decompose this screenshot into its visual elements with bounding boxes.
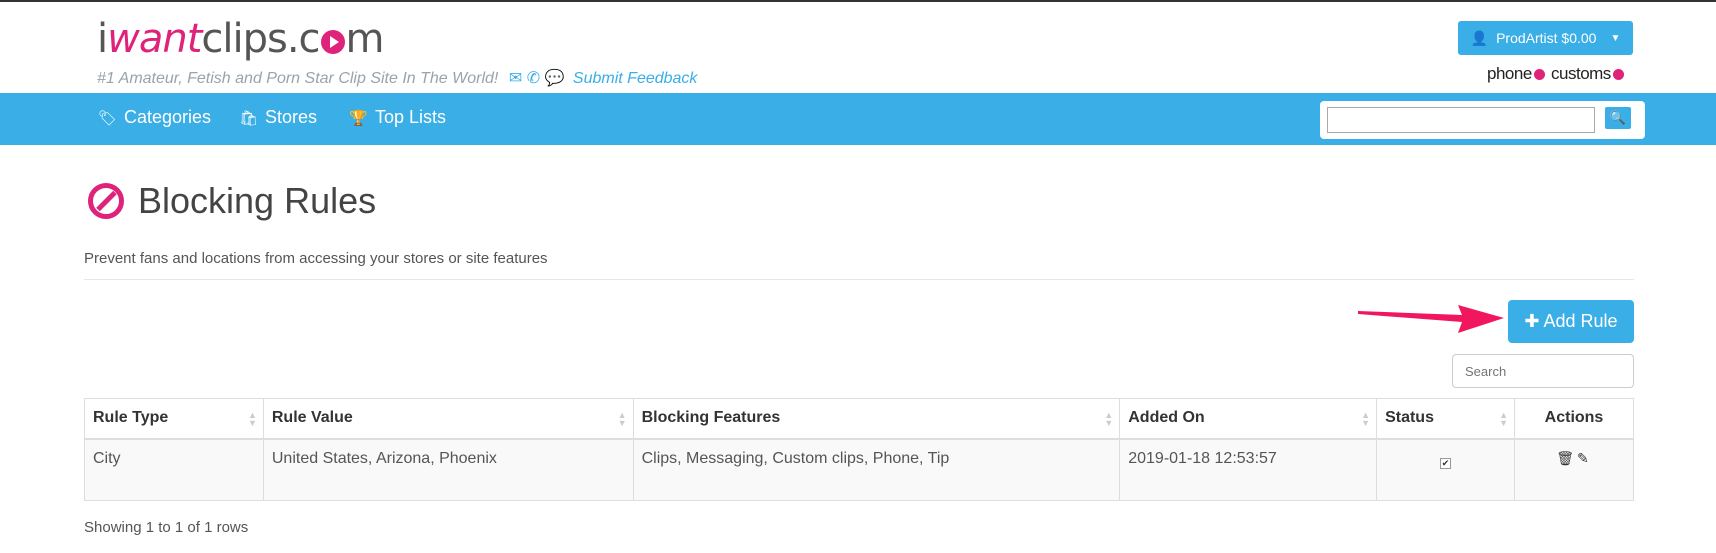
col-added-on[interactable]: Added On ▲ ▼ — [1119, 398, 1378, 440]
site-header: iwantclips.c m #1 Amateur, Fetish and Por… — [0, 2, 1716, 102]
logo-text-4: m — [345, 16, 385, 62]
col-rule-value-label: Rule Value — [271, 409, 353, 427]
sort-icon: ▲ ▼ — [1104, 410, 1114, 428]
divider — [84, 279, 1634, 280]
tagline-text: #1 Amateur, Fetish and Porn Star Clip Si… — [97, 70, 499, 87]
col-blocking-features[interactable]: Blocking Features ▲ ▼ — [632, 398, 1121, 440]
sort-icon: ▲ ▼ — [617, 410, 627, 428]
edit-icon[interactable]: ✎ — [1577, 450, 1592, 466]
cell-rule-type: City — [84, 438, 264, 501]
site-logo[interactable]: iwantclips.c m — [97, 16, 385, 62]
user-icon: 👤 — [1470, 29, 1489, 46]
col-blocking-features-label: Blocking Features — [641, 409, 781, 427]
status-checkbox[interactable]: ✔ — [1440, 457, 1452, 469]
site-search: 🔍 — [1320, 101, 1645, 139]
pointer-arrow-icon — [1358, 305, 1504, 333]
phone-customs-links: phone customs — [1487, 64, 1626, 84]
sort-icon: ▲ ▼ — [1499, 410, 1508, 428]
table-row: City United States, Arizona, Phoenix Cli… — [84, 438, 1635, 501]
account-dropdown-button[interactable]: 👤 ProdArtist $0.00 ▼ — [1458, 21, 1633, 55]
search-button[interactable]: 🔍 — [1605, 107, 1631, 129]
page-subtitle: Prevent fans and locations from accessin… — [84, 250, 548, 267]
customs-link[interactable]: customs — [1551, 64, 1611, 83]
col-added-on-label: Added On — [1128, 409, 1205, 427]
account-label: ProdArtist $0.00 — [1496, 30, 1597, 46]
nav-top-lists-label: Top Lists — [375, 107, 447, 127]
page-header: Blocking Rules — [88, 180, 376, 222]
col-actions: Actions — [1513, 398, 1635, 440]
pagination-info: Showing 1 to 1 of 1 rows — [84, 519, 249, 536]
contact-icons: ✉ ✆ 💬 — [509, 70, 565, 87]
site-search-input[interactable] — [1327, 107, 1595, 133]
cell-rule-value: United States, Arizona, Phoenix — [262, 438, 634, 501]
nav-categories-label: Categories — [124, 107, 212, 127]
main-nav: 🏷 Categories 🛍 Stores 🏆 Top Lists 🔍 — [0, 93, 1716, 145]
customs-dot-icon — [1612, 69, 1624, 80]
caret-down-icon: ▼ — [1610, 32, 1621, 44]
phone-link[interactable]: phone — [1487, 64, 1532, 83]
add-rule-button[interactable]: ✚ Add Rule — [1508, 300, 1634, 343]
col-actions-label: Actions — [1544, 409, 1604, 427]
shopping-bag-icon: 🛍 — [239, 109, 259, 127]
table-header-row: Rule Type ▲ ▼ Rule Value ▲ ▼ Blocking Featur… — [84, 398, 1635, 440]
col-rule-type[interactable]: Rule Type ▲ ▼ — [84, 398, 264, 440]
tagline: #1 Amateur, Fetish and Porn Star Clip Si… — [97, 68, 697, 88]
rules-table: Rule Type ▲ ▼ Rule Value ▲ ▼ Blocking Featur… — [84, 398, 1635, 501]
col-rule-value[interactable]: Rule Value ▲ ▼ — [262, 398, 634, 440]
col-status-label: Status — [1385, 409, 1434, 427]
phone-icon[interactable]: ✆ — [527, 70, 540, 87]
table-search-input[interactable] — [1452, 354, 1634, 388]
chat-icon[interactable]: 💬 — [545, 70, 565, 87]
page-title: Blocking Rules — [138, 180, 377, 221]
sort-icon: ▲ ▼ — [247, 410, 257, 428]
ban-icon — [88, 183, 124, 219]
cell-status: ✔ — [1376, 438, 1515, 501]
envelope-icon[interactable]: ✉ — [509, 70, 522, 87]
play-dot-icon — [320, 30, 345, 54]
search-icon: 🔍 — [1609, 110, 1627, 125]
nav-stores-label: Stores — [265, 107, 318, 127]
col-rule-type-label: Rule Type — [93, 409, 169, 427]
nav-stores[interactable]: 🛍 Stores — [239, 107, 317, 128]
cell-added-on: 2019-01-18 12:53:57 — [1119, 438, 1378, 501]
logo-text-1: i — [97, 16, 108, 62]
logo-text-2: want — [107, 16, 202, 62]
add-rule-label: Add Rule — [1543, 311, 1618, 331]
cell-actions: 🗑✎ — [1513, 438, 1635, 501]
sort-icon: ▲ ▼ — [1361, 410, 1371, 428]
submit-feedback-link[interactable]: Submit Feedback — [573, 70, 698, 87]
nav-categories[interactable]: 🏷 Categories — [98, 107, 211, 128]
cell-blocking-features: Clips, Messaging, Custom clips, Phone, T… — [632, 438, 1121, 501]
trash-icon[interactable]: 🗑 — [1556, 450, 1577, 466]
phone-dot-icon — [1533, 69, 1545, 80]
trophy-icon: 🏆 — [349, 109, 368, 127]
logo-text-3: clips.c — [201, 16, 320, 62]
col-status[interactable]: Status ▲ ▼ — [1376, 398, 1515, 440]
tag-icon: 🏷 — [98, 109, 118, 127]
plus-icon: ✚ — [1524, 311, 1540, 331]
nav-top-lists[interactable]: 🏆 Top Lists — [349, 107, 446, 128]
